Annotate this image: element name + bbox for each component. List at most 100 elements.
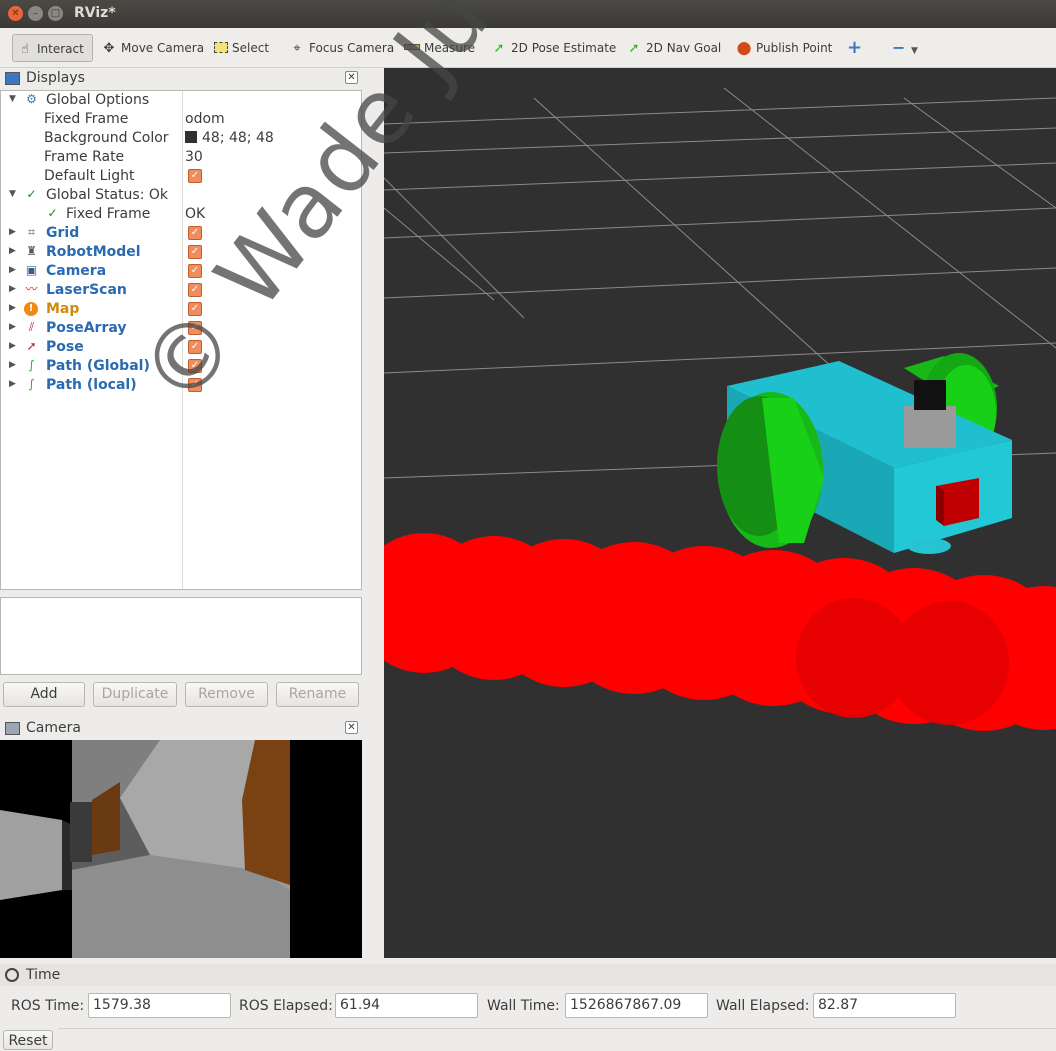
rename-display-button[interactable]: Rename xyxy=(276,682,359,707)
wall-elapsed-label: Wall Elapsed: xyxy=(716,998,810,1014)
collapsed-arrow-icon[interactable]: ▶ xyxy=(9,265,16,275)
expanded-arrow-icon[interactable]: ▼ xyxy=(9,189,16,199)
tree-row-status-fixed-frame[interactable]: ✓ Fixed Frame OK xyxy=(1,205,361,224)
tree-row-grid[interactable]: ▶ ⌗ Grid ✓ xyxy=(1,224,361,243)
display-label: PoseArray xyxy=(46,320,127,336)
display-enabled-checkbox[interactable]: ✓ xyxy=(188,245,202,259)
interact-tool-button[interactable]: ☝ Interact xyxy=(12,34,93,62)
gear-icon: ⚙ xyxy=(26,92,37,106)
publish-point-tool-button[interactable]: ⬤ Publish Point xyxy=(732,34,833,62)
frame-rate-value[interactable]: 30 xyxy=(185,149,203,165)
camera-scene-image xyxy=(0,740,362,958)
camera-panel-icon xyxy=(5,722,20,735)
tree-row-path-local[interactable]: ▶ ∫ Path (local) ✓ xyxy=(1,376,361,395)
2d-pose-estimate-tool-button[interactable]: ➚ 2D Pose Estimate xyxy=(487,34,617,62)
collapsed-arrow-icon[interactable]: ▶ xyxy=(9,284,16,294)
remove-display-button[interactable]: Remove xyxy=(185,682,268,707)
displays-title: Displays xyxy=(26,70,85,86)
tree-row-camera[interactable]: ▶ ▣ Camera ✓ xyxy=(1,262,361,281)
display-enabled-checkbox[interactable]: ✓ xyxy=(188,226,202,240)
tree-row-robotmodel[interactable]: ▶ ♜ RobotModel ✓ xyxy=(1,243,361,262)
displays-panel-header: Displays ✕ xyxy=(0,68,362,90)
add-tool-icon[interactable]: + xyxy=(843,34,862,62)
add-display-button[interactable]: Add xyxy=(3,682,85,707)
background-color-value[interactable]: 48; 48; 48 xyxy=(185,130,274,146)
wall-elapsed-field[interactable]: 82.87 xyxy=(813,993,956,1018)
ros-elapsed-label: ROS Elapsed: xyxy=(239,998,333,1014)
tree-label: Global Status: Ok xyxy=(46,187,169,203)
tree-row-pose[interactable]: ▶ ➚ Pose ✓ xyxy=(1,338,361,357)
monitor-icon xyxy=(5,72,20,85)
tool-label: Move Camera xyxy=(121,41,205,55)
select-tool-button[interactable]: Select xyxy=(210,34,269,62)
display-label: Path (Global) xyxy=(46,358,150,374)
color-swatch xyxy=(185,131,197,143)
window-title: RViz* xyxy=(74,5,116,21)
tree-row-path-global[interactable]: ▶ ∫ Path (Global) ✓ xyxy=(1,357,361,376)
collapsed-arrow-icon[interactable]: ▶ xyxy=(9,303,16,313)
close-icon[interactable]: ✕ xyxy=(345,71,358,84)
display-enabled-checkbox[interactable]: ✓ xyxy=(188,340,202,354)
display-enabled-checkbox[interactable]: ✓ xyxy=(188,283,202,297)
pose-icon: ➚ xyxy=(26,339,37,353)
tree-row-frame-rate[interactable]: Frame Rate 30 xyxy=(1,148,361,167)
display-label: Path (local) xyxy=(46,377,137,393)
default-light-checkbox[interactable]: ✓ xyxy=(188,169,202,183)
tree-row-map[interactable]: ▶ ! Map ✓ xyxy=(1,300,361,319)
tree-row-default-light[interactable]: Default Light ✓ xyxy=(1,167,361,186)
display-enabled-checkbox[interactable]: ✓ xyxy=(188,302,202,316)
measure-tool-button[interactable]: Measure xyxy=(400,34,475,62)
collapsed-arrow-icon[interactable]: ▶ xyxy=(9,360,16,370)
checkmark-icon: ✓ xyxy=(26,187,37,201)
robot-icon: ♜ xyxy=(26,244,37,258)
time-fields-row: ROS Time: 1579.38 ROS Elapsed: 61.94 Wal… xyxy=(0,988,1056,1024)
green-arrow-icon: ➚ xyxy=(628,41,640,56)
remove-tool-icon[interactable]: − ▼ xyxy=(888,34,918,62)
collapsed-arrow-icon[interactable]: ▶ xyxy=(9,227,16,237)
ruler-icon xyxy=(404,44,420,50)
tree-row-fixed-frame[interactable]: Fixed Frame odom xyxy=(1,110,361,129)
path-icon: ∫ xyxy=(28,377,35,391)
time-panel-title: Time xyxy=(26,967,61,983)
reset-button[interactable]: Reset xyxy=(3,1030,53,1050)
property-description-box xyxy=(0,597,362,675)
tree-row-global-options[interactable]: ▼ ⚙ Global Options xyxy=(1,91,361,110)
display-enabled-checkbox[interactable]: ✓ xyxy=(188,321,202,335)
fixed-frame-value[interactable]: odom xyxy=(185,111,225,127)
camera-image-view[interactable] xyxy=(0,740,362,958)
display-enabled-checkbox[interactable]: ✓ xyxy=(188,378,202,392)
collapsed-arrow-icon[interactable]: ▶ xyxy=(9,379,16,389)
ros-time-field[interactable]: 1579.38 xyxy=(88,993,231,1018)
grid-icon: ⌗ xyxy=(28,225,35,239)
tree-row-background-color[interactable]: Background Color 48; 48; 48 xyxy=(1,129,361,148)
wall-time-field[interactable]: 1526867867.09 xyxy=(565,993,708,1018)
2d-nav-goal-tool-button[interactable]: ➚ 2D Nav Goal xyxy=(622,34,722,62)
green-arrow-icon: ➚ xyxy=(493,41,505,56)
tree-row-laserscan[interactable]: ▶ 〰 LaserScan ✓ xyxy=(1,281,361,300)
time-panel-header: Time xyxy=(0,964,1056,986)
maximize-window-icon[interactable]: □ xyxy=(48,6,63,21)
focus-camera-tool-button[interactable]: ⌖ Focus Camera xyxy=(285,34,394,62)
display-enabled-checkbox[interactable]: ✓ xyxy=(188,359,202,373)
tree-row-posearray[interactable]: ▶ ⫽ PoseArray ✓ xyxy=(1,319,361,338)
tree-row-global-status[interactable]: ▼ ✓ Global Status: Ok xyxy=(1,186,361,205)
collapsed-arrow-icon[interactable]: ▶ xyxy=(9,246,16,256)
collapsed-arrow-icon[interactable]: ▶ xyxy=(9,322,16,332)
3d-viewport[interactable] xyxy=(384,68,1056,958)
duplicate-display-button[interactable]: Duplicate xyxy=(93,682,177,707)
close-icon[interactable]: ✕ xyxy=(345,721,358,734)
move-camera-tool-button[interactable]: ✥ Move Camera xyxy=(97,34,205,62)
display-label: Map xyxy=(46,301,80,317)
collapsed-arrow-icon[interactable]: ▶ xyxy=(9,341,16,351)
minimize-window-icon[interactable]: – xyxy=(28,6,43,21)
display-enabled-checkbox[interactable]: ✓ xyxy=(188,264,202,278)
close-window-icon[interactable]: ✕ xyxy=(8,6,23,21)
ros-elapsed-field[interactable]: 61.94 xyxy=(335,993,478,1018)
hand-icon: ☝ xyxy=(21,42,29,57)
tool-label: 2D Pose Estimate xyxy=(511,41,617,55)
3d-scene xyxy=(384,87,1056,731)
robot-model xyxy=(717,353,1012,554)
tree-label: Background Color xyxy=(44,130,169,146)
expanded-arrow-icon[interactable]: ▼ xyxy=(9,94,16,104)
chevron-down-icon[interactable]: ▼ xyxy=(911,46,918,56)
